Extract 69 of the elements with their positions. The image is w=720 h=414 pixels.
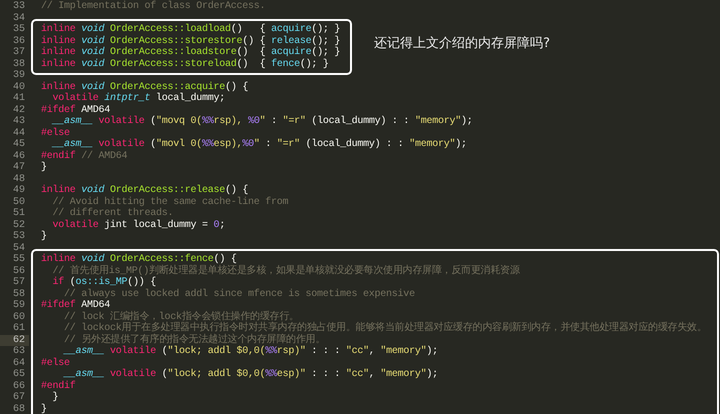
line-number: 50: [12, 196, 26, 208]
line-number: 63: [12, 346, 26, 358]
code-line: __asm__ volatile ("movq 0(%%rsp), %0" : "=r" (local_dummy) : : "memory");: [50, 116, 472, 127]
code-line: #else: [41, 358, 70, 368]
code-line: #endif // AMD64: [41, 150, 128, 162]
code-line: // 另外还提供了有序的指令无法越过这个内存屏障的作用。: [63, 334, 326, 346]
line-number: 53: [12, 231, 26, 242]
line-number: 57: [12, 277, 26, 288]
code-line: if (os::is_MP()) {: [52, 277, 156, 288]
code-line: // Avoid hitting the same cache-line from: [52, 196, 288, 208]
code-line: inline void OrderAccess::fence() {: [41, 254, 237, 265]
line-number: 33: [12, 1, 26, 12]
code-line: // always use locked addl since mfence is sometimes expensive: [63, 288, 415, 300]
line-number: 40: [12, 82, 26, 93]
code-line: __asm__ volatile ("lock; addl $0,0(%%rsp)" : : : "cc", "memory");: [62, 346, 438, 357]
code-line: // different threads.: [52, 208, 174, 219]
line-number: 56: [12, 266, 26, 277]
line-number: 60: [12, 312, 26, 323]
line-number: 41: [12, 93, 26, 104]
annotation-text: 还记得上文介绍的内存屏障吗?: [374, 35, 550, 53]
line-number: 46: [12, 150, 26, 162]
code-line: // lockock用于在多处理器中执行指令时对共享内存的独占使用。能够将当前处理器对应缓存的内容刷新到内存，并使其他处理器对应的缓存失效。: [63, 323, 707, 334]
code-line: inline void OrderAccess::storeload() { fence(); }: [41, 58, 329, 70]
code-line: }: [52, 392, 58, 403]
code-line: // Implementation of class OrderAccess.: [41, 1, 266, 12]
code-line: }: [41, 404, 47, 414]
line-number: 62: [0, 334, 29, 346]
code-line: inline void OrderAccess::loadstore() { acquire(); }: [41, 47, 340, 58]
code-line: #else: [41, 128, 70, 138]
code-line: inline void OrderAccess::storestore() { release(); }: [41, 36, 340, 46]
line-number: 38: [12, 58, 26, 70]
line-number: 58: [12, 288, 26, 300]
line-number: 47: [12, 162, 26, 174]
code-line: inline void OrderAccess::acquire() {: [41, 82, 248, 92]
line-number: 49: [12, 185, 26, 196]
code-line: }: [41, 231, 47, 242]
line-number: 45: [12, 139, 26, 150]
line-number: 34: [12, 12, 26, 24]
line-number: 66: [12, 380, 26, 392]
line-number: 43: [12, 116, 26, 128]
line-number: 51: [12, 208, 26, 220]
line-number: 36: [12, 36, 26, 47]
line-number: 65: [12, 369, 26, 380]
code-line: inline void OrderAccess::release() {: [41, 185, 248, 196]
code-line: inline void OrderAccess::loadload() { acquire(); }: [41, 24, 340, 35]
code-line: #ifdef AMD64: [41, 104, 110, 116]
line-number: 39: [12, 70, 26, 82]
code-line: volatile intptr_t local_dummy;: [52, 93, 226, 104]
line-number: 37: [12, 47, 26, 58]
code-line: // lock 汇编指令，lock指令会锁住操作的缓存行。: [63, 312, 299, 322]
code-line: }: [41, 162, 47, 173]
line-number: 61: [12, 323, 26, 334]
code-line: __asm__ volatile ("movl 0(%%esp),%0" : "=r" (local_dummy) : : "memory");: [50, 139, 467, 150]
line-number: 59: [12, 300, 26, 312]
line-number: 67: [12, 392, 26, 404]
line-number: 64: [12, 358, 26, 369]
code-line: #ifdef AMD64: [41, 300, 110, 311]
line-number: 52: [12, 220, 26, 231]
code-line: #endif: [41, 380, 76, 392]
line-number: 68: [12, 404, 26, 414]
line-number: 55: [12, 254, 26, 266]
code-line: // 首先使用is_MP()判断处理器是单核还是多核，如果是单核就没必要每次使用内存屏障，反而更消耗资源: [52, 266, 520, 276]
line-number: 42: [12, 104, 26, 116]
code-line: __asm__ volatile ("lock; addl $0,0(%%esp)" : : : "cc", "memory");: [62, 369, 438, 380]
line-number: 35: [12, 24, 26, 36]
line-number: 54: [12, 242, 26, 254]
code-line: volatile jint local_dummy = 0;: [52, 220, 226, 230]
line-number: 48: [12, 174, 26, 185]
line-number: 44: [12, 128, 26, 139]
